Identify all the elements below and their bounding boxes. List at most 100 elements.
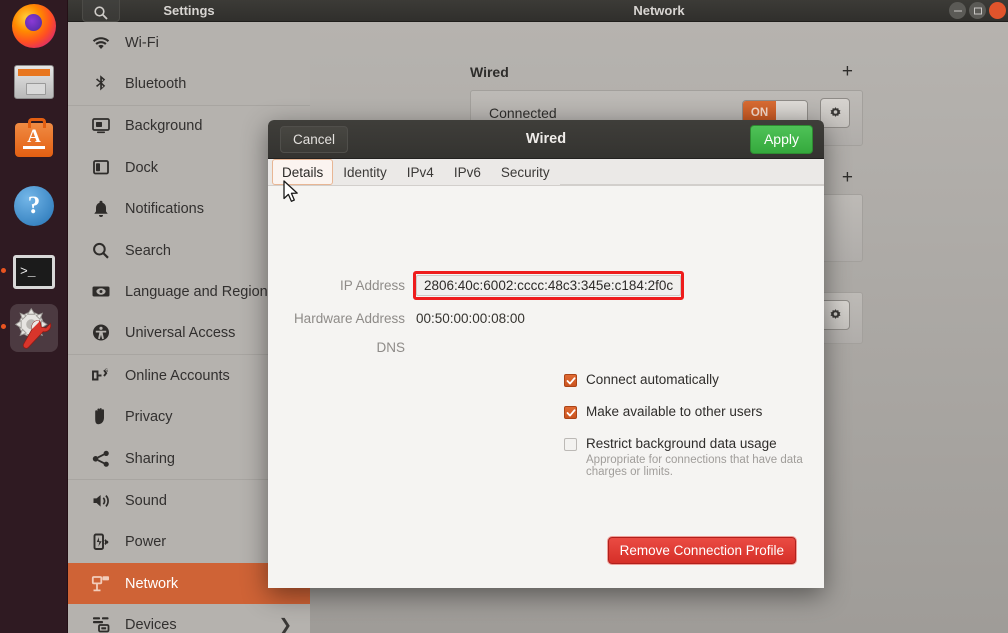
sidebar-item-label: Sharing	[125, 450, 175, 467]
checkbox-box	[564, 406, 577, 419]
help-icon: ?	[14, 186, 54, 226]
sidebar-item-label: Privacy	[125, 409, 173, 426]
apply-button[interactable]: Apply	[749, 125, 813, 154]
checkbox-connect-automatically[interactable]: Connect automatically	[564, 372, 719, 388]
running-indicator	[1, 324, 6, 329]
add-connection-button[interactable]: +	[842, 58, 853, 86]
check-icon	[566, 376, 575, 384]
dialog-title: Wired	[525, 131, 567, 147]
sidebar-item-label: Background	[125, 118, 203, 135]
dock-item-help[interactable]: ?	[10, 182, 58, 230]
sidebar-item-wi-fi[interactable]: Wi-Fi	[68, 22, 310, 63]
sidebar-item-devices[interactable]: Devices ❯	[68, 604, 310, 633]
sidebar-item-label: Universal Access	[125, 325, 236, 342]
sidebar-item-label: Devices	[125, 617, 177, 633]
tab-ipv6[interactable]: IPv6	[444, 159, 491, 185]
sidebar-item-label: Notifications	[125, 201, 204, 218]
remove-connection-profile-button[interactable]: Remove Connection Profile	[607, 537, 796, 564]
connection-status: Connected	[489, 105, 557, 121]
sidebar-item-label: Search	[125, 242, 171, 259]
field-ip-address: IP Address 2806:40c:6002:cccc:48c3:345e:…	[268, 270, 824, 300]
network-section-wired: Wired +	[310, 58, 1008, 86]
sidebar-item-label: Sound	[125, 492, 167, 509]
window-titlebar: Settings Network	[68, 0, 1008, 22]
firefox-icon	[12, 4, 56, 48]
search-icon	[88, 241, 114, 261]
dock-item-settings[interactable]	[1, 304, 58, 352]
checkbox-sublabel: Appropriate for connections that have da…	[586, 454, 803, 478]
wired-settings-dialog: Cancel Wired Apply Details Identity IPv4 IP…	[268, 120, 824, 588]
sidebar-item-label: Network	[125, 575, 179, 592]
tab-strip-filler	[559, 159, 824, 185]
checkbox-text-group: Restrict background data usage Appropria…	[586, 436, 824, 478]
section-title: Wired	[470, 64, 509, 80]
tab-security[interactable]: Security	[491, 159, 560, 185]
close-button[interactable]	[989, 2, 1006, 19]
add-connection-button[interactable]: +	[842, 164, 853, 192]
ip-address-value[interactable]: 2806:40c:6002:cccc:48c3:345e:c184:2f0c	[413, 270, 685, 300]
devices-icon	[88, 615, 114, 633]
field-hardware-address: Hardware Address 00:50:00:00:08:00	[268, 307, 824, 329]
checkbox-make-available[interactable]: Make available to other users	[564, 404, 762, 420]
bell-icon	[88, 199, 114, 219]
maximize-button[interactable]	[969, 2, 986, 19]
sharing-icon	[88, 449, 114, 469]
svg-text:s: s	[105, 368, 108, 374]
field-label: DNS	[376, 339, 405, 355]
settings-icon	[14, 307, 52, 349]
hardware-address-value: 00:50:00:00:08:00	[416, 310, 525, 326]
field-label: Hardware Address	[293, 310, 405, 326]
accessibility-icon	[88, 323, 114, 343]
section-header: Wired +	[310, 58, 1008, 86]
tab-details[interactable]: Details	[272, 159, 334, 185]
running-indicator	[1, 268, 6, 273]
checkbox-label: Make available to other users	[586, 404, 763, 419]
sound-icon	[88, 491, 114, 511]
mouse-cursor	[283, 180, 298, 202]
screen: A ? >_ Settings Network Wi-Fi Bluetooth …	[0, 0, 1008, 633]
sidebar-item-label: Language and Region	[125, 284, 268, 301]
checkbox-box	[564, 438, 577, 451]
privacy-hand-icon	[88, 407, 114, 427]
field-dns: DNS	[268, 336, 824, 358]
tab-identity[interactable]: Identity	[333, 159, 397, 185]
ubuntu-dock: A ? >_	[0, 0, 68, 633]
sidebar-title: Settings	[163, 3, 215, 18]
dialog-header: Cancel Wired Apply	[268, 120, 824, 159]
checkbox-restrict-background[interactable]: Restrict background data usage Appropria…	[564, 436, 824, 478]
files-icon	[14, 65, 54, 99]
connection-settings-button[interactable]	[820, 98, 850, 128]
connection-settings-button[interactable]	[820, 300, 850, 330]
language-icon	[88, 282, 114, 302]
checkbox-label: Restrict background data usage	[586, 436, 777, 451]
sidebar-item-bluetooth[interactable]: Bluetooth	[68, 63, 310, 104]
dock-item-files[interactable]	[10, 58, 58, 106]
gear-icon	[830, 106, 840, 117]
gear-icon	[830, 308, 840, 319]
dock-icon	[88, 158, 114, 178]
dock-item-firefox[interactable]	[10, 2, 58, 50]
dialog-body: IP Address 2806:40c:6002:cccc:48c3:345e:…	[268, 186, 824, 588]
minimize-button[interactable]	[949, 2, 966, 19]
dialog-tabs[interactable]: Details Identity IPv4 IPv6 Security	[268, 159, 824, 186]
sidebar-item-label: Wi-Fi	[125, 34, 159, 51]
software-icon: A	[15, 118, 53, 157]
sidebar-item-label: Dock	[125, 159, 159, 176]
checkbox-label: Connect automatically	[586, 372, 719, 387]
tab-ipv4[interactable]: IPv4	[397, 159, 444, 185]
sidebar-item-label: Bluetooth	[125, 76, 187, 93]
online-accounts-icon: s	[88, 366, 114, 386]
dock-item-software[interactable]: A	[10, 116, 58, 164]
terminal-icon: >_	[13, 255, 55, 289]
power-icon	[88, 532, 114, 552]
background-icon	[88, 116, 114, 136]
page-title: Network	[633, 3, 685, 18]
sidebar-item-label: Power	[125, 534, 167, 551]
field-label: IP Address	[339, 277, 405, 293]
bluetooth-icon	[88, 74, 114, 94]
ip-address-text: 2806:40c:6002:cccc:48c3:345e:c184:2f0c	[424, 277, 674, 293]
check-icon	[566, 408, 575, 416]
dock-item-terminal[interactable]: >_	[1, 248, 58, 296]
network-icon	[88, 574, 114, 594]
wifi-icon	[88, 33, 114, 53]
